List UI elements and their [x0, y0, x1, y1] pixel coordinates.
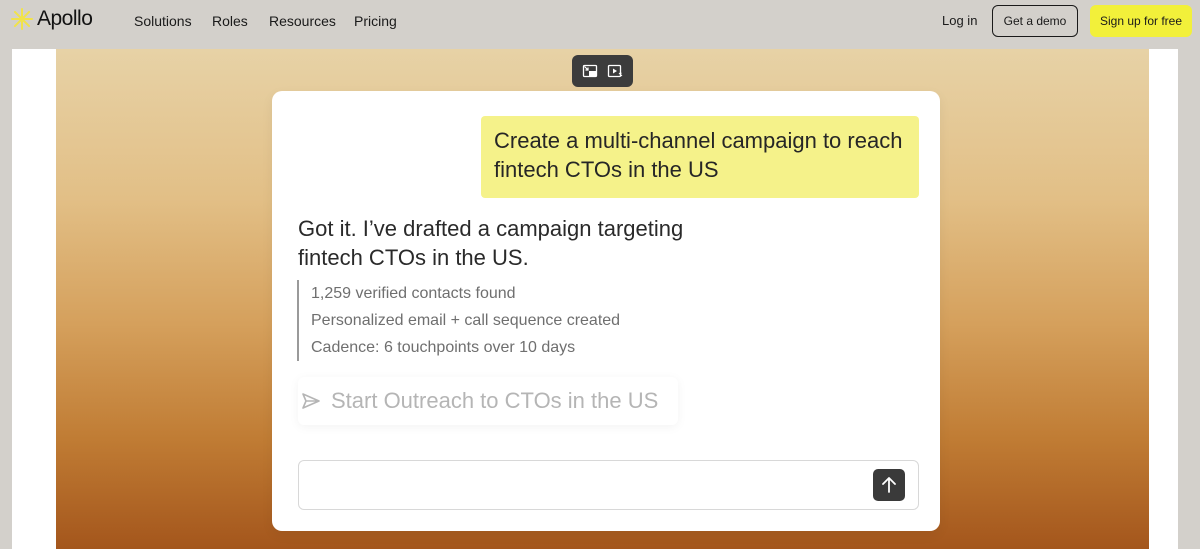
top-nav: Apollo Solutions Roles Resources Pricing…	[0, 0, 1200, 43]
suggestion-label: Start Outreach to CTOs in the US	[331, 388, 659, 413]
brand-logo[interactable]: Apollo	[11, 7, 93, 31]
brand-name: Apollo	[37, 7, 93, 30]
login-link[interactable]: Log in	[942, 13, 977, 28]
nav-link-solutions[interactable]: Solutions	[134, 13, 192, 29]
detail-sequence: Personalized email + call sequence creat…	[311, 312, 621, 329]
chat-card: Create a multi-channel campaign to reach…	[272, 91, 940, 531]
nav-link-roles[interactable]: Roles	[212, 13, 248, 29]
apollo-logo-icon	[11, 8, 33, 30]
arrow-up-icon	[882, 477, 896, 493]
nav-link-resources[interactable]: Resources	[269, 13, 336, 29]
campaign-details: 1,259 verified contacts found Personaliz…	[297, 280, 620, 361]
minimize-video-icon[interactable]	[582, 63, 598, 79]
chat-input[interactable]	[298, 460, 919, 510]
start-outreach-suggestion[interactable]: Start Outreach to CTOs in the US	[298, 377, 678, 425]
send-icon	[302, 393, 320, 409]
assistant-reply: Got it. I’ve drafted a campaign targetin…	[298, 216, 684, 270]
nav-link-pricing[interactable]: Pricing	[354, 13, 397, 29]
get-demo-button[interactable]: Get a demo	[992, 5, 1078, 37]
detail-cadence: Cadence: 6 touchpoints over 10 days	[311, 339, 576, 356]
signup-button[interactable]: Sign up for free	[1090, 5, 1192, 37]
play-video-icon[interactable]	[607, 63, 623, 79]
user-message-bubble: Create a multi-channel campaign to reach…	[481, 116, 919, 198]
submit-button[interactable]	[873, 469, 905, 501]
video-controls	[572, 55, 633, 87]
detail-contacts: 1,259 verified contacts found	[311, 285, 516, 302]
